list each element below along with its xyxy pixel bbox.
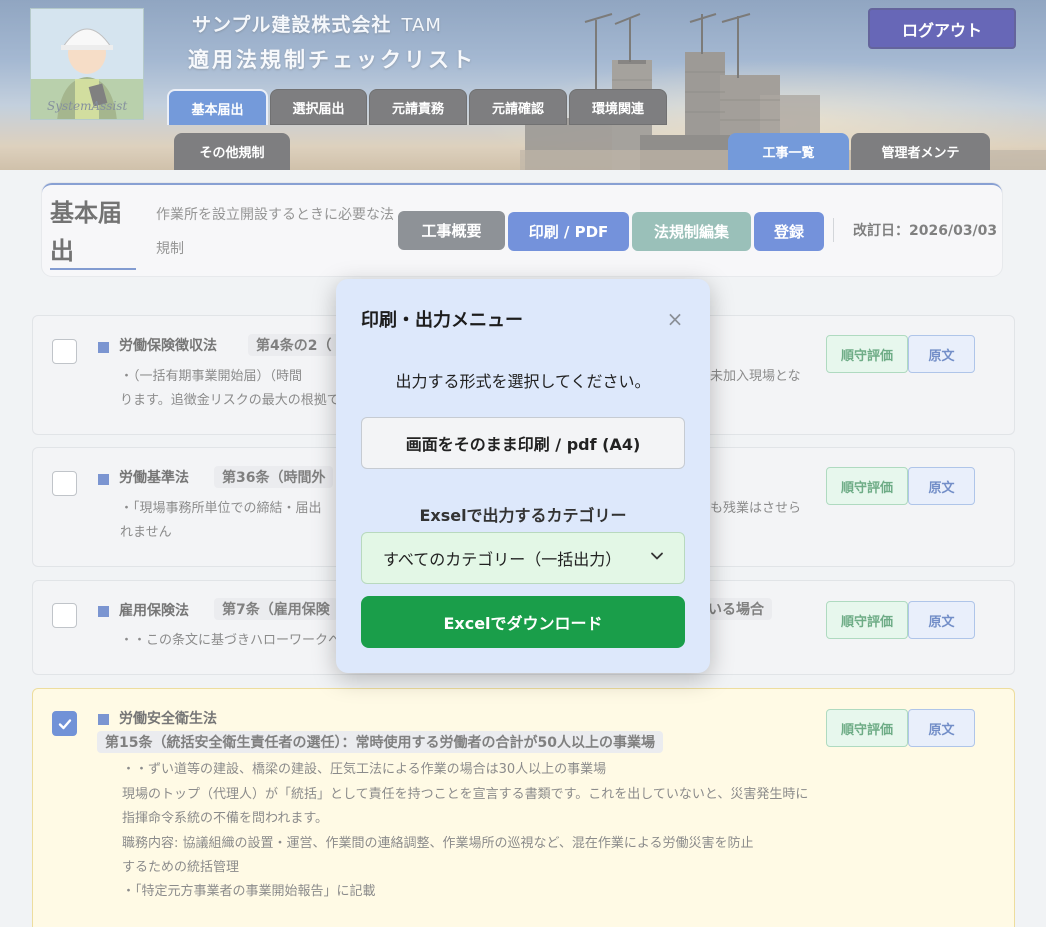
modal-title: 印刷・出力メニュー [361, 310, 523, 331]
chevron-down-icon[interactable] [646, 545, 668, 567]
print-screen-button[interactable]: 画面をそのまま印刷 / pdf (A4) [361, 417, 685, 469]
category-select[interactable]: すべてのカテゴリー（一括出力） [361, 532, 685, 584]
modal-subtitle: 出力する形式を選択してください。 [395, 372, 651, 391]
category-select-value: すべてのカテゴリー（一括出力） [383, 550, 622, 569]
excel-download-button[interactable]: Excelでダウンロード [361, 596, 685, 648]
close-icon[interactable]: × [664, 307, 686, 331]
excel-category-label: Exselで出力するカテゴリー [419, 506, 627, 525]
